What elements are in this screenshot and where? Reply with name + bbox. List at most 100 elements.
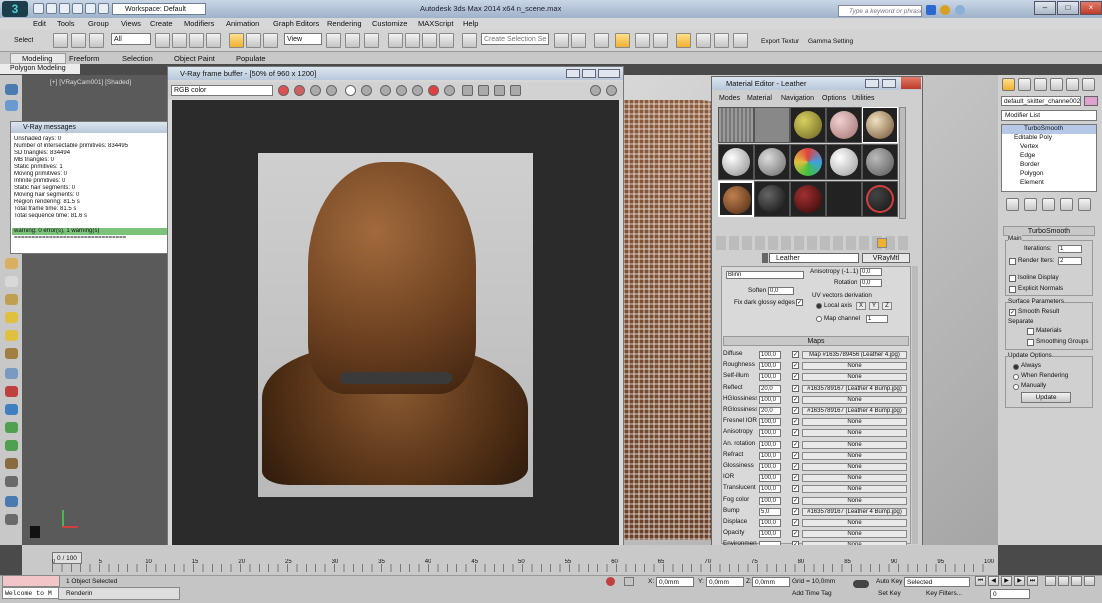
map-enabled-checkbox[interactable]: ✓ <box>792 485 799 493</box>
map-enabled-checkbox[interactable]: ✓ <box>792 463 799 470</box>
menu-create[interactable]: Create <box>150 18 173 30</box>
rect-select-icon[interactable] <box>189 33 204 48</box>
binoculars-icon[interactable] <box>926 5 936 15</box>
create-tab-icon[interactable] <box>1002 78 1015 91</box>
keyboard-shortcut-icon[interactable] <box>364 33 379 48</box>
materials-checkbox[interactable] <box>1027 328 1034 335</box>
me-minimize-button[interactable] <box>865 79 879 88</box>
stack-item-polygon[interactable]: Polygon <box>1020 170 1044 179</box>
smooth-result-checkbox[interactable]: ✓ <box>1009 309 1016 316</box>
map-slot-button[interactable]: None <box>802 429 907 438</box>
map-enabled-checkbox[interactable]: ✓ <box>792 362 799 370</box>
window-crossing-icon[interactable] <box>206 33 221 48</box>
pivot-icon[interactable] <box>326 33 341 48</box>
vfb-minimize-button[interactable] <box>566 69 580 78</box>
manually-radio[interactable] <box>1013 384 1019 390</box>
material-slot[interactable] <box>862 144 898 180</box>
vfb-history-icon[interactable] <box>590 85 601 96</box>
map-amount-input[interactable]: 100,0 <box>759 373 781 382</box>
light-icon[interactable] <box>5 312 18 323</box>
absolute-mode-icon[interactable] <box>624 577 634 586</box>
key-filters-button[interactable]: Key Filters... <box>926 589 962 599</box>
axis-x-button[interactable]: X <box>856 302 866 310</box>
gamma-setting-button[interactable]: Gamma Setting <box>808 38 853 45</box>
configure-sets-icon[interactable] <box>1078 198 1091 211</box>
vfb-lut-icon[interactable] <box>510 85 521 96</box>
map-amount-input[interactable]: 100,0 <box>759 485 781 494</box>
render-iters-input[interactable]: 2 <box>1058 257 1082 265</box>
me-menu-options[interactable]: Options <box>822 94 846 104</box>
me-scrollbar[interactable] <box>912 266 918 544</box>
material-slot[interactable] <box>754 144 790 180</box>
search-input[interactable]: Type a keyword or phrase <box>838 5 922 17</box>
map-amount-input[interactable]: 100,0 <box>759 519 781 527</box>
material-slot-active[interactable] <box>718 181 754 217</box>
select-by-name-icon[interactable] <box>172 33 187 48</box>
play-icon[interactable]: ▶ <box>1001 576 1012 586</box>
close-button[interactable]: × <box>1080 1 1102 15</box>
menu-customize[interactable]: Customize <box>372 18 407 30</box>
tool-icon-6[interactable] <box>5 348 18 359</box>
menu-animation[interactable]: Animation <box>226 18 259 30</box>
y-coord-input[interactable]: 0,0mm <box>706 577 744 587</box>
vfb-track-mouse-icon[interactable] <box>462 85 473 96</box>
auto-key-button[interactable]: Auto Key <box>876 577 902 587</box>
tool-icon-14[interactable] <box>5 496 18 507</box>
map-slot-button[interactable]: None <box>802 362 907 371</box>
rotation-input[interactable]: 0,0 <box>860 279 882 287</box>
vfb-copy-icon[interactable] <box>412 85 423 96</box>
map-slot-button[interactable]: #1635789167 (Leather 4 Bump.jpg) <box>802 507 907 516</box>
tool-icon-9[interactable] <box>5 404 18 415</box>
me-menu-modes[interactable]: Modes <box>719 94 740 104</box>
save-file-icon[interactable] <box>59 3 70 14</box>
scale-icon[interactable] <box>263 33 278 48</box>
new-file-icon[interactable] <box>33 3 44 14</box>
map-enabled-checkbox[interactable]: ✓ <box>792 373 799 381</box>
vfb-color-correct-icon[interactable] <box>494 85 505 96</box>
select-object-icon[interactable] <box>155 33 170 48</box>
show-map-icon[interactable] <box>877 238 887 248</box>
curve-editor-icon[interactable] <box>635 33 650 48</box>
show-end-result-icon[interactable] <box>1024 198 1037 211</box>
modify-tab-icon[interactable] <box>1018 78 1031 91</box>
map-slot-button[interactable]: #1635789167 (Leather 4 Bump.jpg) <box>802 407 907 415</box>
pin-stack-icon[interactable] <box>1006 198 1019 211</box>
tool-icon-8[interactable] <box>5 386 18 397</box>
iterations-input[interactable]: 1 <box>1058 245 1082 253</box>
rotate-icon[interactable] <box>246 33 261 48</box>
menu-modifiers[interactable]: Modifiers <box>184 18 214 30</box>
menu-edit[interactable]: Edit <box>33 18 46 30</box>
motion-tab-icon[interactable] <box>1050 78 1063 91</box>
material-slot-selected[interactable] <box>862 107 898 143</box>
ribbon-tab-object-paint[interactable]: Object Paint <box>174 53 215 64</box>
vfb-blue-channel-icon[interactable] <box>310 85 321 96</box>
redo-icon[interactable] <box>85 3 96 14</box>
tool-icon-10[interactable] <box>5 422 18 433</box>
material-slot[interactable] <box>826 107 862 143</box>
x-coord-input[interactable]: 0,0mm <box>656 577 694 587</box>
menu-tools[interactable]: Tools <box>57 18 75 30</box>
anisotropy-input[interactable]: 0,0 <box>860 268 882 276</box>
axis-y-button[interactable]: Y <box>869 302 879 310</box>
pick-material-icon[interactable] <box>762 253 768 263</box>
material-slot[interactable] <box>754 181 790 217</box>
always-radio[interactable] <box>1013 364 1019 370</box>
map-slot-button[interactable]: None <box>802 373 907 382</box>
vfb-compare-icon[interactable] <box>478 85 489 96</box>
material-editor-icon[interactable] <box>676 33 691 48</box>
display-tab-icon[interactable] <box>1066 78 1079 91</box>
viewport-label[interactable]: [+] [VRayCam001] [Shaded] <box>50 79 131 86</box>
tool-icon-7[interactable] <box>5 368 18 379</box>
vfb-region-icon[interactable] <box>444 85 455 96</box>
map-enabled-checkbox[interactable]: ✓ <box>792 530 799 538</box>
add-time-tag[interactable]: Add Time Tag <box>792 589 832 599</box>
vfb-close-button[interactable] <box>598 69 620 78</box>
map-slot-button[interactable]: None <box>802 496 907 505</box>
map-enabled-checkbox[interactable]: ✓ <box>792 418 799 426</box>
map-enabled-checkbox[interactable]: ✓ <box>792 451 799 459</box>
modifier-list-dropdown[interactable]: Modifier List <box>1001 110 1097 121</box>
maximize-button[interactable]: □ <box>1057 1 1079 15</box>
map-enabled-checkbox[interactable]: ✓ <box>792 519 799 526</box>
ribbon-tab-freeform[interactable]: Freeform <box>69 53 99 64</box>
me-close-button[interactable] <box>901 77 921 89</box>
